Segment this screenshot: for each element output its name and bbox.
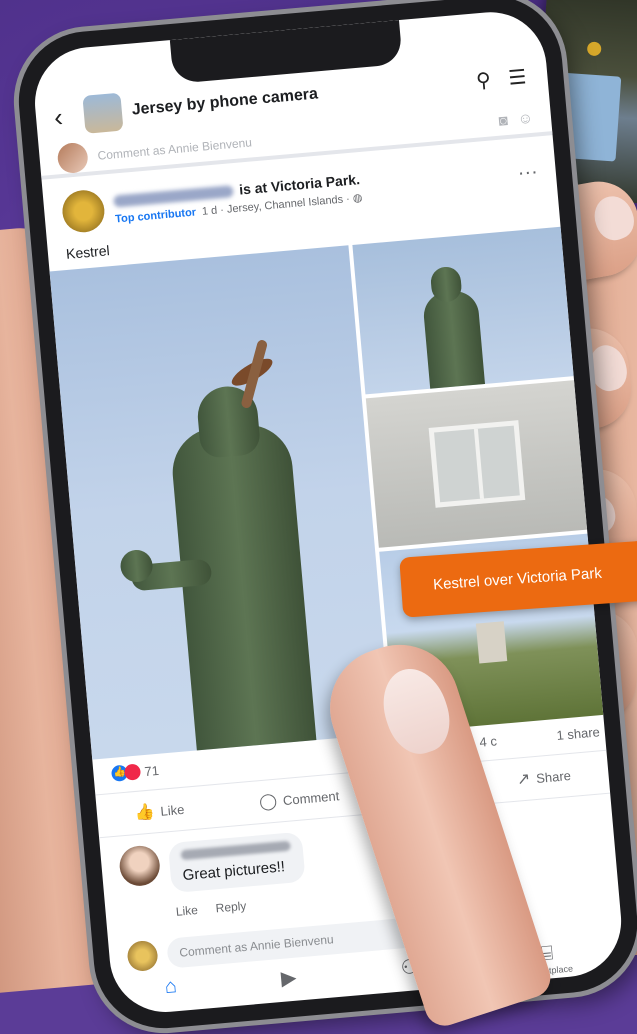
reaction-count[interactable]: 71 (144, 762, 160, 778)
avatar (126, 939, 159, 973)
like-icon: 👍 (133, 803, 156, 823)
back-icon[interactable]: ‹ (53, 100, 76, 133)
share-count[interactable]: 1 share (556, 724, 601, 743)
menu-icon[interactable]: ☰ (504, 63, 530, 90)
comment-count[interactable]: 4 c (479, 733, 498, 749)
corner-photo-detail (586, 41, 602, 57)
share-label: Share (535, 767, 572, 786)
search-icon[interactable]: ⚲ (470, 66, 496, 93)
camera-icon[interactable]: ◙ (498, 111, 509, 129)
tab-home[interactable]: ⌂ (164, 975, 178, 999)
home-icon: ⌂ (163, 975, 178, 999)
photo-statue-side[interactable] (352, 226, 574, 395)
comment-icon: ◯ (258, 792, 278, 812)
statue (421, 289, 486, 394)
share-icon: ↗ (516, 770, 532, 789)
comment-reply-link[interactable]: Reply (215, 899, 247, 916)
smartphone: ‹ Jersey by phone camera ⚲ ☰ Comment as … (13, 0, 637, 1034)
emoji-icon[interactable]: ☺ (517, 109, 534, 127)
globe-icon: ◍ (352, 191, 363, 205)
photo-building-window[interactable] (365, 380, 588, 548)
like-label: Like (159, 801, 185, 819)
photo-grid (49, 226, 604, 760)
avatar (56, 141, 89, 175)
monument (475, 621, 508, 664)
top-contributor-badge: Top contributor (114, 205, 197, 226)
more-icon[interactable]: ··· (517, 160, 539, 185)
like-button[interactable]: 👍 Like (134, 799, 185, 823)
statue (168, 421, 318, 760)
share-button[interactable]: ↗ Share (516, 765, 572, 790)
post-author-avatar[interactable] (60, 188, 107, 235)
group-thumbnail[interactable] (82, 92, 124, 134)
post-caption: Kestrel (65, 242, 111, 262)
love-reaction-icon (123, 763, 142, 781)
tab-video[interactable]: ▶ (280, 965, 298, 991)
comment-bubble: Great pictures!! (167, 831, 306, 894)
comment-button[interactable]: ◯ Comment (258, 785, 340, 812)
window (428, 420, 526, 508)
commenter-avatar[interactable] (118, 844, 162, 888)
comment-like-link[interactable]: Like (175, 903, 198, 919)
video-icon: ▶ (280, 966, 298, 990)
comment: Great pictures!! (118, 831, 306, 898)
comment-label: Comment (282, 787, 340, 808)
commenter-name-blurred (180, 840, 291, 861)
phone-screen: ‹ Jersey by phone camera ⚲ ☰ Comment as … (30, 7, 626, 1017)
comment-actions: Like Reply (175, 899, 247, 919)
